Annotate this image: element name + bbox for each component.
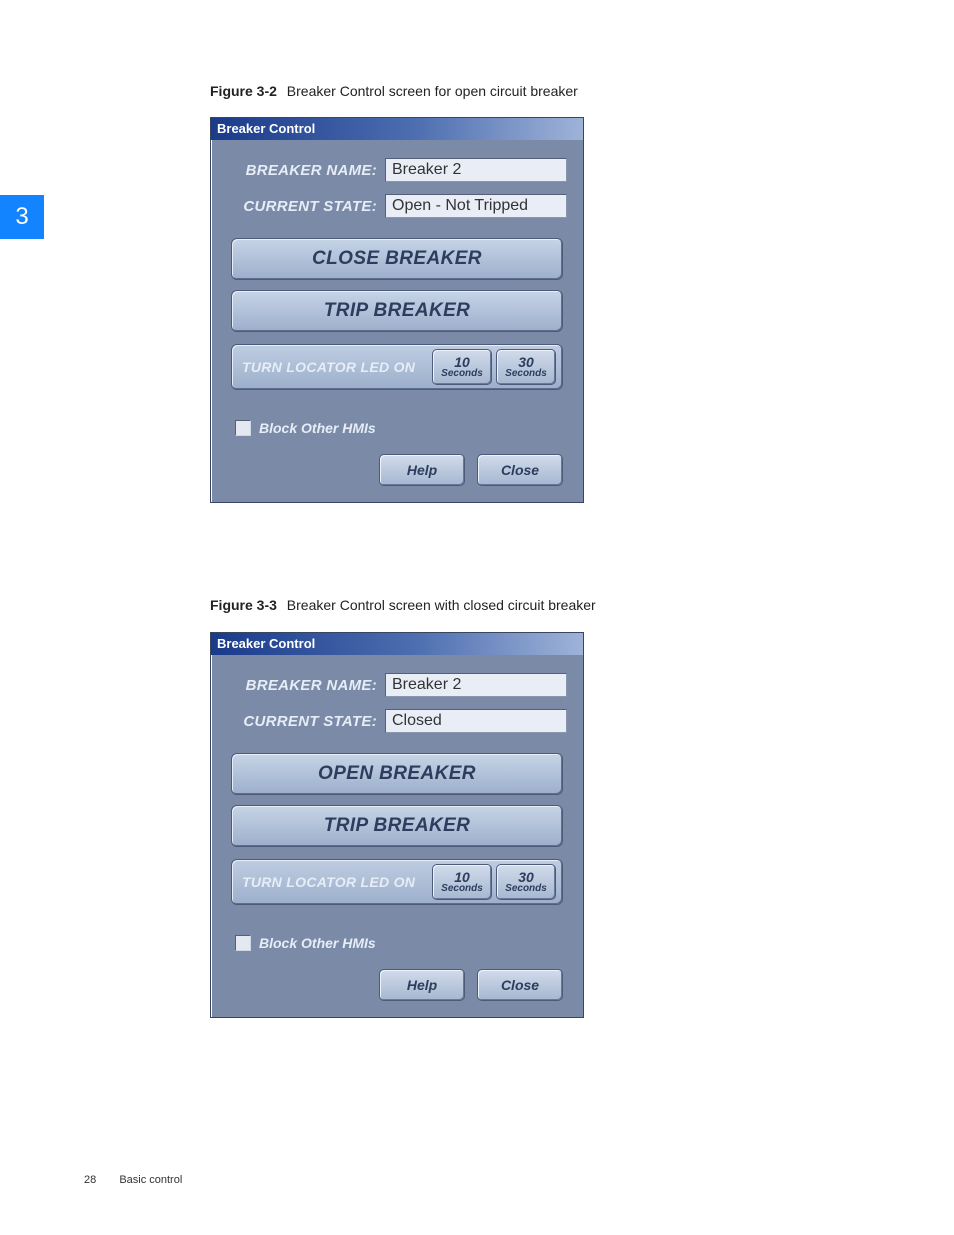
locator-10s-unit: Seconds	[433, 369, 491, 380]
current-state-label: CURRENT STATE:	[227, 713, 385, 730]
locator-10s-button[interactable]: 10 Seconds	[432, 349, 492, 385]
close-button[interactable]: Close	[477, 454, 563, 486]
block-hmis-label: Block Other HMIs	[259, 420, 376, 436]
locator-30s-unit: Seconds	[497, 884, 555, 895]
trip-breaker-button[interactable]: TRIP BREAKER	[231, 805, 563, 847]
current-state-row: CURRENT STATE: Closed	[227, 709, 567, 733]
breaker-control-dialog-closed: Breaker Control BREAKER NAME: Breaker 2 …	[210, 632, 584, 1018]
close-breaker-button[interactable]: CLOSE BREAKER	[231, 238, 563, 280]
dialog-body: BREAKER NAME: Breaker 2 CURRENT STATE: O…	[211, 140, 583, 502]
block-hmis-row: Block Other HMIs	[235, 420, 573, 436]
locator-10s-unit: Seconds	[433, 884, 491, 895]
current-state-field: Closed	[385, 709, 567, 733]
figure-label: Figure 3-2	[210, 83, 277, 99]
locator-30s-button[interactable]: 30 Seconds	[496, 864, 556, 900]
breaker-name-field: Breaker 2	[385, 158, 567, 182]
chapter-tab: 3	[0, 195, 44, 239]
block-hmis-label: Block Other HMIs	[259, 935, 376, 951]
dialog-titlebar: Breaker Control	[211, 633, 583, 655]
breaker-name-row: BREAKER NAME: Breaker 2	[227, 158, 567, 182]
document-page: 3 Figure 3-2 Breaker Control screen for …	[0, 0, 954, 1235]
help-button[interactable]: Help	[379, 454, 465, 486]
current-state-label: CURRENT STATE:	[227, 198, 385, 215]
locator-30s-unit: Seconds	[497, 369, 555, 380]
open-breaker-button[interactable]: OPEN BREAKER	[231, 753, 563, 795]
dialog-titlebar: Breaker Control	[211, 118, 583, 140]
section-title: Basic control	[119, 1174, 182, 1186]
breaker-control-dialog-open: Breaker Control BREAKER NAME: Breaker 2 …	[210, 117, 584, 503]
locator-led-label: TURN LOCATOR LED ON	[238, 874, 428, 890]
figure-text: Breaker Control screen with closed circu…	[287, 597, 596, 613]
help-button[interactable]: Help	[379, 969, 465, 1001]
locator-led-row: TURN LOCATOR LED ON 10 Seconds 30 Second…	[231, 859, 563, 905]
locator-10s-button[interactable]: 10 Seconds	[432, 864, 492, 900]
figure-caption-1: Figure 3-2 Breaker Control screen for op…	[210, 83, 578, 99]
figure-caption-2: Figure 3-3 Breaker Control screen with c…	[210, 597, 596, 613]
block-hmis-checkbox[interactable]	[235, 935, 251, 951]
dialog-bottom-row: Help Close	[231, 969, 563, 1001]
locator-led-label: TURN LOCATOR LED ON	[238, 359, 428, 375]
close-button[interactable]: Close	[477, 969, 563, 1001]
breaker-name-field: Breaker 2	[385, 673, 567, 697]
current-state-field: Open - Not Tripped	[385, 194, 567, 218]
current-state-row: CURRENT STATE: Open - Not Tripped	[227, 194, 567, 218]
trip-breaker-button[interactable]: TRIP BREAKER	[231, 290, 563, 332]
page-number: 28	[84, 1174, 96, 1186]
locator-30s-button[interactable]: 30 Seconds	[496, 349, 556, 385]
page-footer: 28 Basic control	[84, 1174, 182, 1186]
breaker-name-label: BREAKER NAME:	[227, 677, 385, 694]
dialog-body: BREAKER NAME: Breaker 2 CURRENT STATE: C…	[211, 655, 583, 1017]
locator-led-row: TURN LOCATOR LED ON 10 Seconds 30 Second…	[231, 344, 563, 390]
block-hmis-checkbox[interactable]	[235, 420, 251, 436]
breaker-name-label: BREAKER NAME:	[227, 162, 385, 179]
breaker-name-row: BREAKER NAME: Breaker 2	[227, 673, 567, 697]
dialog-bottom-row: Help Close	[231, 454, 563, 486]
block-hmis-row: Block Other HMIs	[235, 935, 573, 951]
figure-text: Breaker Control screen for open circuit …	[287, 83, 578, 99]
figure-label: Figure 3-3	[210, 597, 277, 613]
